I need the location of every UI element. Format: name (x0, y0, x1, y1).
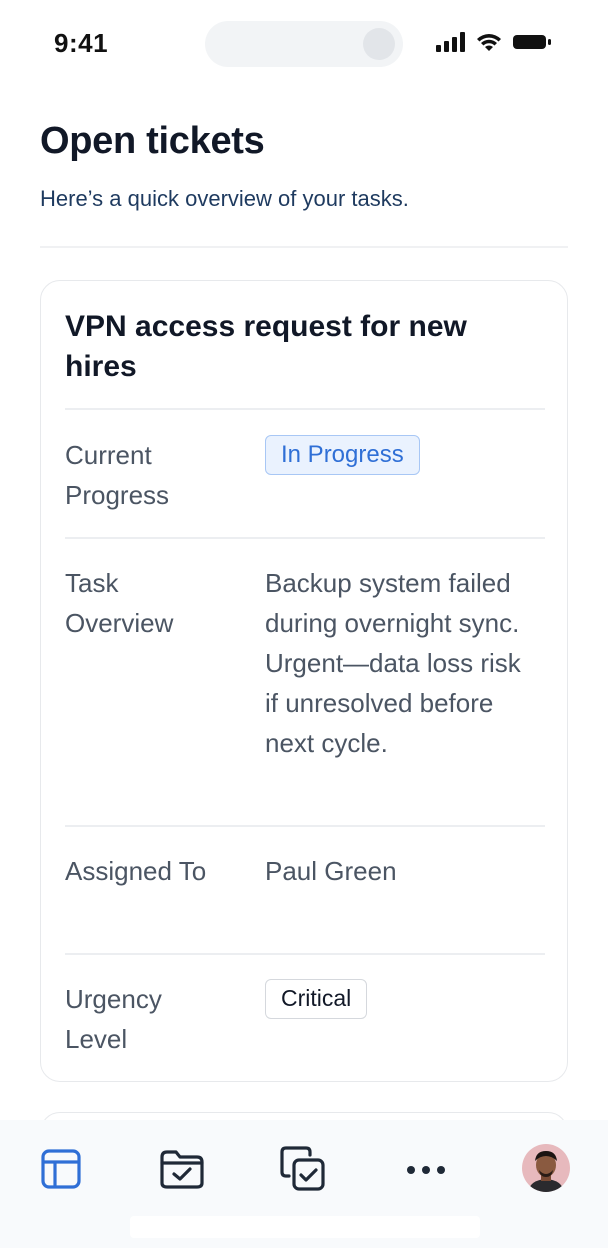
status-icons (436, 32, 552, 52)
ticket-card[interactable]: VPN access request for new hires Current… (40, 280, 568, 1082)
row-divider (65, 953, 545, 955)
urgency-level-label: Urgency Level (65, 984, 162, 1054)
header-divider (40, 246, 568, 248)
ticket-title: VPN access request for new hires (65, 310, 467, 383)
page-title: Open tickets (40, 120, 265, 162)
tab-bar (0, 1120, 608, 1248)
tab-projects[interactable] (157, 1146, 207, 1196)
assigned-to-value: Paul Green (265, 856, 397, 886)
row-divider (65, 825, 545, 827)
task-overview-value: Backup system failed during overnight sy… (265, 568, 521, 758)
task-overview-label: Task Overview (65, 568, 174, 638)
home-indicator (130, 1216, 480, 1238)
assigned-to-label: Assigned To (65, 856, 207, 886)
row-divider (65, 537, 545, 539)
layout-icon (39, 1147, 83, 1196)
status-bar: 9:41 (0, 0, 608, 90)
tab-tasks[interactable] (278, 1145, 328, 1198)
folder-check-icon (159, 1148, 205, 1195)
status-time: 9:41 (54, 28, 109, 58)
tab-more[interactable] (401, 1146, 451, 1196)
cellular-signal-icon (436, 32, 466, 52)
profile-avatar[interactable] (522, 1144, 570, 1192)
camera-dot (363, 28, 395, 60)
wifi-icon (476, 32, 502, 52)
battery-icon (512, 33, 552, 51)
row-divider (65, 408, 545, 410)
progress-label: Current Progress (65, 440, 170, 510)
status-badge-in-progress: In Progress (265, 435, 420, 475)
tab-dashboard[interactable] (36, 1146, 86, 1196)
urgency-badge-critical: Critical (265, 979, 368, 1019)
copy-check-icon (279, 1145, 327, 1198)
page-subtitle: Here’s a quick overview of your tasks. (40, 186, 409, 211)
dynamic-island (205, 21, 403, 67)
more-horizontal-icon (406, 1162, 446, 1180)
